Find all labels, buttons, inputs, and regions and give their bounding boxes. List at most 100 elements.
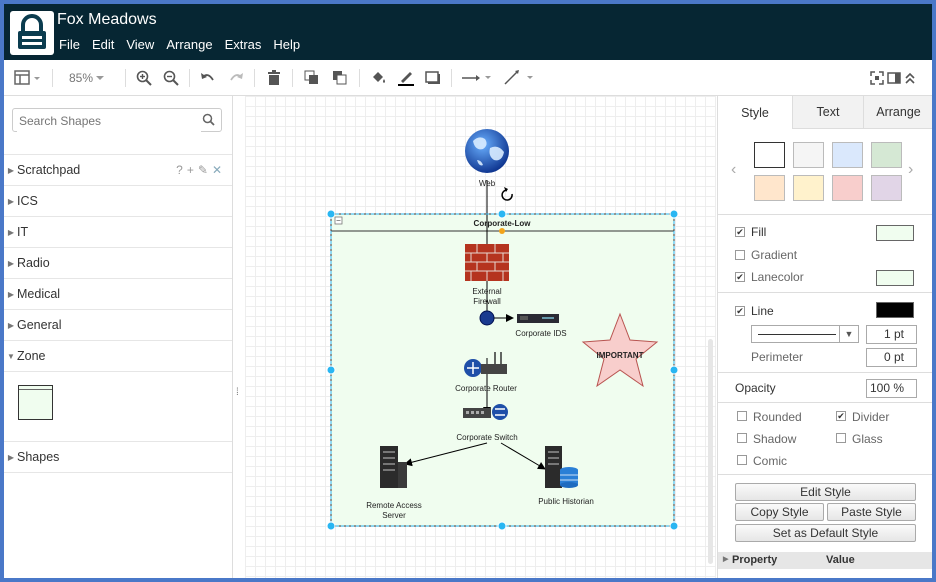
copy-style-button[interactable]: Copy Style [735,503,824,521]
library-label: Shapes [17,450,60,464]
to-back-button[interactable] [330,60,350,95]
glass-checkbox[interactable] [836,433,846,443]
fill-checkbox[interactable]: ✔ [735,227,745,237]
library-radio[interactable]: ▶ Radio [4,247,232,278]
redo-button[interactable] [226,60,246,95]
waypoints-button[interactable] [501,60,537,95]
panel-icon [887,71,901,84]
connection-style-button[interactable] [459,60,495,95]
library-zone[interactable]: ▼ Zone [4,340,232,371]
tab-style[interactable]: Style [718,96,792,129]
view-panels-button[interactable] [12,60,44,95]
gradient-label: Gradient [751,248,798,262]
rotate-handle-icon[interactable] [501,187,513,201]
gradient-checkbox[interactable] [735,250,745,260]
edit-style-button[interactable]: Edit Style [735,483,916,501]
fill-color-button[interactable] [368,60,390,95]
shadow-checkbox[interactable] [737,433,747,443]
search-input[interactable] [17,110,201,132]
search-icon[interactable] [202,113,216,127]
container-resize-handle[interactable] [499,228,505,234]
web-globe-icon[interactable] [465,129,509,173]
vertical-scrollbar[interactable] [708,339,713,564]
perimeter-input[interactable]: 0 pt [866,348,917,367]
undo-button[interactable] [198,60,218,95]
arrow-right-icon [462,74,491,81]
line-checkbox[interactable]: ✔ [735,306,745,316]
style-swatch[interactable] [754,175,785,201]
caret-right-icon: ▶ [7,258,15,268]
menu-help[interactable]: Help [273,37,300,52]
router-label: Corporate Router [455,384,517,393]
format-panel-button[interactable] [886,60,902,95]
container-title: Corporate-Low [474,219,532,228]
line-color-button[interactable] [395,60,417,95]
library-scratchpad[interactable]: ▶ Scratchpad ? + ✎ ✕ [4,154,232,185]
shapes-sidebar: ▶ Scratchpad ? + ✎ ✕ ▶ ICS ▶ IT ▶ Radio … [4,96,233,578]
app-title[interactable]: Fox Meadows [57,11,157,29]
tab-arrange[interactable]: Arrange [863,96,932,129]
style-swatch[interactable] [871,175,902,201]
paste-style-button[interactable]: Paste Style [827,503,916,521]
zoom-out-button[interactable] [161,60,181,95]
divider-checkbox[interactable]: ✔ [836,411,846,421]
tab-text[interactable]: Text [792,96,863,129]
shadow-icon [425,70,440,84]
close-icon[interactable]: ✕ [212,163,222,177]
style-swatch[interactable] [832,175,863,201]
fullscreen-button[interactable] [868,60,886,95]
line-width-input[interactable]: 1 pt [866,325,917,344]
opacity-input[interactable]: 100 % [866,379,917,398]
ids-device-icon[interactable] [517,314,559,323]
comic-checkbox[interactable] [737,455,747,465]
lanecolor-button[interactable] [876,270,914,286]
caret-right-icon: ▶ [7,452,15,462]
lanecolor-checkbox[interactable]: ✔ [735,272,745,282]
ids-label: Corporate IDS [515,329,566,338]
menu-file[interactable]: File [59,37,80,52]
comic-label: Comic [753,454,788,468]
menu-extras[interactable]: Extras [225,37,262,52]
library-general[interactable]: ▶ General [4,309,232,340]
to-front-button[interactable] [302,60,322,95]
delete-button[interactable] [264,60,284,95]
style-swatch[interactable] [754,142,785,168]
caret-right-icon[interactable]: ▶ [723,555,728,563]
rounded-label: Rounded [753,410,802,424]
menu-arrange[interactable]: Arrange [166,37,212,52]
swatch-next-icon[interactable]: › [908,161,913,179]
set-default-style-button[interactable]: Set as Default Style [735,524,916,542]
hub-node[interactable] [479,310,495,326]
style-swatch[interactable] [871,142,902,168]
sidebar-resize-handle[interactable]: ⁞ [233,96,245,578]
caret-right-icon: ▶ [7,320,15,330]
shadow-button[interactable] [422,60,444,95]
library-it[interactable]: ▶ IT [4,216,232,247]
menu-edit[interactable]: Edit [92,37,114,52]
fill-color-button[interactable] [876,225,914,241]
library-medical[interactable]: ▶ Medical [4,278,232,309]
line-pattern-select[interactable]: ▼ [751,325,859,343]
library-label: Radio [17,256,50,270]
library-shapes[interactable]: ▶ Shapes [4,441,232,472]
caret-right-icon: ▶ [7,227,15,237]
edit-icon[interactable]: ✎ [198,163,208,177]
style-swatch[interactable] [793,175,824,201]
add-icon[interactable]: + [187,163,194,177]
menu-view[interactable]: View [126,37,154,52]
help-icon[interactable]: ? [176,163,183,177]
swatch-prev-icon[interactable]: ‹ [731,161,736,179]
style-swatch[interactable] [832,142,863,168]
collapse-button[interactable] [902,60,918,95]
firewall-icon[interactable] [465,244,509,281]
zoom-out-icon [163,70,179,86]
library-ics[interactable]: ▶ ICS [4,185,232,216]
zoom-in-button[interactable] [134,60,154,95]
zone-shape-item[interactable] [18,385,53,420]
zoom-select[interactable]: 85% [62,60,114,95]
rounded-checkbox[interactable] [737,411,747,421]
line-color-button[interactable] [876,302,914,318]
chevron-down-icon [96,75,105,80]
diagram-canvas[interactable]: Corporate-Low Web External Firewall Corp… [245,96,716,578]
style-swatch[interactable] [793,142,824,168]
